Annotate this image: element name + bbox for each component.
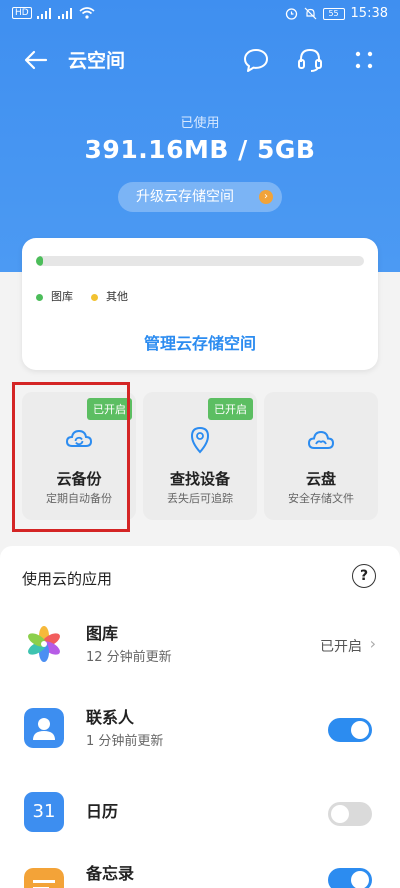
legend-gallery-dot: [36, 293, 43, 301]
message-icon[interactable]: [242, 46, 270, 74]
more-options-icon[interactable]: [350, 46, 378, 74]
storage-usage-bar: [36, 256, 364, 266]
storage-legend: 图库 其他: [36, 288, 128, 304]
gallery-icon: [28, 626, 60, 662]
cloud-apps-section: 使用云的应用 ? 图库 12 分钟前更新 已开启 › 联系人 1 分钟前更新 3…: [0, 546, 400, 888]
top-app-bar: 云空间: [0, 36, 400, 84]
app-updated: 12 分钟前更新: [86, 650, 172, 665]
manage-storage-link[interactable]: 管理云存储空间: [22, 330, 378, 354]
signal-icon: [36, 7, 53, 19]
legend-other: 其他: [91, 288, 128, 304]
app-name: 图库: [86, 624, 119, 643]
page-title: 云空间: [68, 50, 126, 72]
legend-gallery: 图库: [36, 288, 73, 304]
cloud-drive-icon: [307, 430, 335, 449]
app-row-contacts: 联系人 1 分钟前更新: [0, 692, 400, 772]
customer-service-icon[interactable]: [296, 46, 324, 74]
feature-subtitle: 安全存储文件: [288, 492, 354, 505]
feature-find-device[interactable]: 已开启 查找设备 丢失后可追踪: [143, 392, 257, 520]
app-status: 已开启: [320, 639, 362, 655]
app-name: 日历: [86, 802, 119, 821]
clock: 15:38: [350, 6, 388, 21]
legend-other-dot: [91, 293, 98, 301]
used-label: 已使用: [180, 116, 220, 131]
upgrade-storage-label: 升级云存储空间: [136, 189, 234, 205]
feature-name: 查找设备: [169, 470, 230, 488]
contacts-icon: [24, 708, 64, 748]
notes-sync-toggle[interactable]: [328, 868, 372, 888]
upgrade-storage-button[interactable]: 升级云存储空间 ›: [118, 182, 282, 212]
calendar-icon: 31: [24, 792, 64, 832]
notes-icon: [24, 868, 64, 888]
contacts-sync-toggle[interactable]: [328, 718, 372, 742]
chevron-right-icon: ›: [369, 634, 376, 653]
app-row-notes: 备忘录: [0, 852, 400, 888]
hd-indicator: HD: [12, 7, 32, 19]
app-row-calendar: 31 日历: [0, 776, 400, 856]
chevron-right-icon: ›: [259, 190, 273, 204]
toggle-knob: [351, 871, 369, 888]
highlight-box: [12, 382, 130, 532]
battery-icon: 55: [322, 7, 345, 20]
signal-icon-2: [57, 7, 74, 19]
legend-other-label: 其他: [106, 290, 128, 303]
locate-device-icon: [190, 426, 210, 454]
back-arrow-icon[interactable]: [22, 46, 50, 74]
legend-gallery-label: 图库: [51, 290, 73, 303]
feature-name: 云盘: [305, 470, 336, 488]
app-row-gallery[interactable]: 图库 12 分钟前更新 已开启 ›: [0, 608, 400, 688]
feature-subtitle: 丢失后可追踪: [167, 492, 233, 505]
storage-usage-fill: [36, 256, 43, 266]
calendar-sync-toggle[interactable]: [328, 802, 372, 826]
app-updated: 1 分钟前更新: [86, 734, 164, 749]
toggle-knob: [331, 805, 349, 823]
wifi-icon: [79, 7, 95, 19]
storage-card: 图库 其他 管理云存储空间: [22, 238, 378, 370]
help-icon[interactable]: ?: [352, 564, 376, 588]
enabled-badge: 已开启: [208, 398, 253, 420]
used-value: 391.16MB / 5GB: [84, 135, 316, 164]
status-bar: HD 55 15:38: [0, 0, 400, 28]
mute-icon: [304, 7, 316, 20]
app-name: 备忘录: [86, 864, 135, 883]
toggle-knob: [351, 721, 369, 739]
alarm-icon: [285, 8, 297, 20]
feature-cloud-drive[interactable]: 云盘 安全存储文件: [264, 392, 378, 520]
section-heading: 使用云的应用: [22, 570, 113, 588]
app-name: 联系人: [86, 708, 135, 727]
